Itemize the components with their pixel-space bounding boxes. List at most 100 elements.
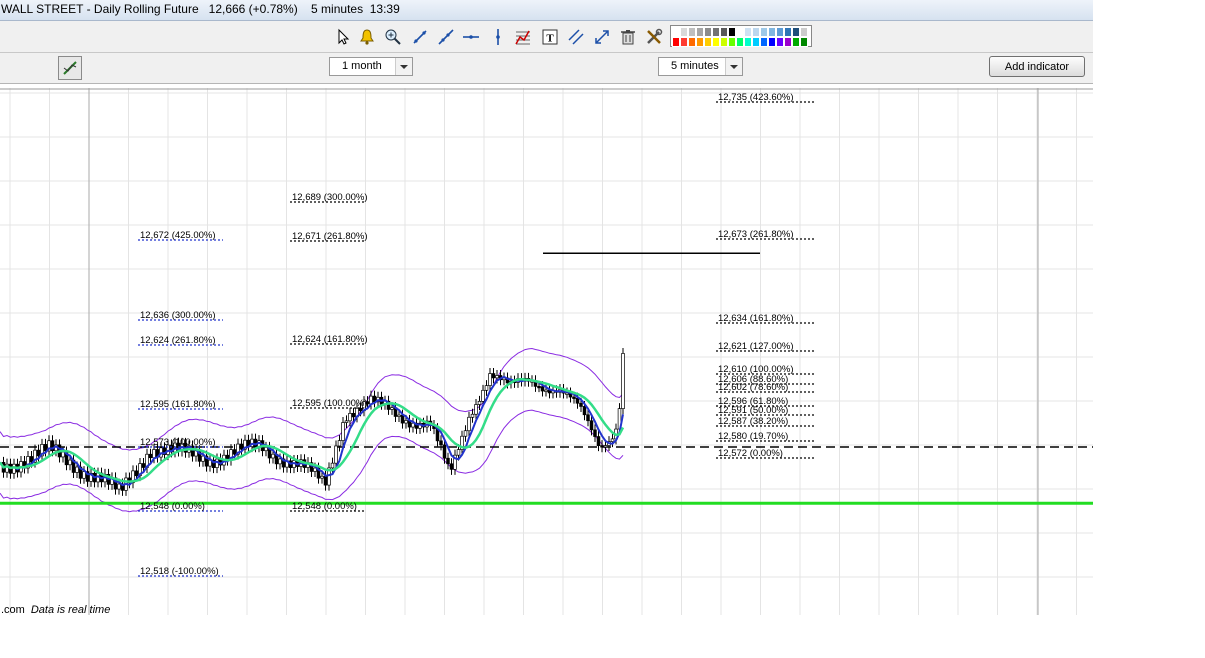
candle-body xyxy=(446,457,450,465)
color-swatch[interactable] xyxy=(688,27,696,37)
candle-body xyxy=(390,407,394,410)
ray-line-icon[interactable] xyxy=(436,27,456,47)
candle-body xyxy=(603,445,608,448)
candle-body xyxy=(323,475,328,486)
color-swatch[interactable] xyxy=(784,27,792,37)
horizontal-levels xyxy=(0,252,1093,505)
text-icon[interactable]: T xyxy=(540,27,560,47)
fibonacci-icon[interactable] xyxy=(513,27,533,47)
candle-body xyxy=(351,412,356,418)
svg-text:T: T xyxy=(546,33,554,45)
horizontal-line-icon[interactable] xyxy=(461,27,481,47)
color-swatch[interactable] xyxy=(712,27,720,37)
candle-body xyxy=(36,449,41,457)
candle-body xyxy=(481,389,485,402)
candle-body xyxy=(484,385,489,391)
color-swatch[interactable] xyxy=(720,37,728,47)
color-swatch[interactable] xyxy=(800,27,808,37)
settings-tools-icon[interactable] xyxy=(644,27,664,47)
footer-status: .com Data is real time xyxy=(1,604,110,616)
vertical-line-icon[interactable] xyxy=(488,27,508,47)
chart-grid xyxy=(0,88,1093,615)
fib-level-label: 12,624 (261.80%) xyxy=(140,335,216,346)
candle-body xyxy=(586,414,590,422)
bollinger-bands xyxy=(0,347,624,513)
pointer-icon[interactable] xyxy=(333,27,353,47)
candle-body xyxy=(400,414,405,424)
fib-level-label: 12,518 (-100.00%) xyxy=(140,566,219,577)
candle-body xyxy=(537,386,541,389)
fib-level-label: 12,672 (425.00%) xyxy=(140,230,216,241)
color-swatch[interactable] xyxy=(728,37,736,47)
color-swatch[interactable] xyxy=(720,27,728,37)
parallel-lines-icon[interactable] xyxy=(566,27,586,47)
interval-select[interactable]: 5 minutes xyxy=(658,57,743,76)
price-chart[interactable]: 12,672 (425.00%) 12,636 (300.00%) 12,624 (… xyxy=(0,88,1093,616)
color-swatch[interactable] xyxy=(688,37,696,47)
color-swatch[interactable] xyxy=(776,37,784,47)
candle-body xyxy=(134,470,139,477)
color-swatch[interactable] xyxy=(768,27,776,37)
color-swatch[interactable] xyxy=(672,37,680,47)
color-swatch[interactable] xyxy=(736,37,744,47)
color-swatch[interactable] xyxy=(792,37,800,47)
fib-level-label: 12,634 (161.80%) xyxy=(718,313,794,324)
candle-body xyxy=(596,436,601,446)
fib-level-label: 12,689 (300.00%) xyxy=(292,192,368,203)
period-select[interactable]: 1 month xyxy=(329,57,413,76)
candle-body xyxy=(232,449,237,455)
trash-icon[interactable] xyxy=(618,27,638,47)
color-swatch[interactable] xyxy=(696,37,704,47)
fib-level-label: 12,673 (261.80%) xyxy=(718,229,794,240)
color-swatch[interactable] xyxy=(760,27,768,37)
candle-body xyxy=(467,416,471,432)
candle-body xyxy=(589,420,594,431)
candle-body xyxy=(593,429,597,437)
color-swatch[interactable] xyxy=(704,37,712,47)
chevron-down-icon[interactable] xyxy=(395,58,412,75)
color-swatch[interactable] xyxy=(696,27,704,37)
candle-body xyxy=(148,453,153,459)
color-swatch[interactable] xyxy=(744,27,752,37)
color-swatch[interactable] xyxy=(752,27,760,37)
add-indicator-button[interactable]: Add indicator xyxy=(989,56,1085,77)
color-swatch[interactable] xyxy=(800,37,808,47)
color-swatch[interactable] xyxy=(744,37,752,47)
candle-body xyxy=(201,455,205,462)
color-swatch[interactable] xyxy=(752,37,760,47)
candle-body xyxy=(456,449,461,456)
fib-level-label: 12,595 (161.80%) xyxy=(140,399,216,410)
candle-body xyxy=(61,451,65,458)
color-swatch[interactable] xyxy=(672,27,680,37)
candle-body xyxy=(411,422,415,428)
zoom-icon[interactable] xyxy=(383,27,403,47)
color-swatch[interactable] xyxy=(784,37,792,47)
candle-body xyxy=(313,467,317,472)
candle-body xyxy=(488,373,492,386)
color-swatch[interactable] xyxy=(680,37,688,47)
candle-body xyxy=(344,420,349,423)
alert-bell-icon[interactable] xyxy=(357,27,377,47)
candle-body xyxy=(369,395,373,405)
chevron-down-icon[interactable] xyxy=(725,58,742,75)
fib-level-label: 12,636 (300.00%) xyxy=(140,310,216,321)
color-swatch[interactable] xyxy=(704,27,712,37)
candle-body xyxy=(141,463,146,468)
color-swatch[interactable] xyxy=(760,37,768,47)
expand-icon[interactable] xyxy=(592,27,612,47)
fib-level-label: 12,591 (50.00%) xyxy=(718,405,788,416)
trend-line-icon[interactable] xyxy=(410,27,430,47)
color-swatch[interactable] xyxy=(768,37,776,47)
color-swatch[interactable] xyxy=(712,37,720,47)
color-swatch[interactable] xyxy=(680,27,688,37)
draw-pencil-icon[interactable] xyxy=(58,56,82,80)
fib-level-label: 12,587 (38.20%) xyxy=(718,416,788,427)
period-value: 1 month xyxy=(342,60,382,72)
candle-body xyxy=(572,396,576,399)
color-swatch[interactable] xyxy=(776,27,784,37)
color-swatch[interactable] xyxy=(792,27,800,37)
title-bar: WALL STREET - Daily Rolling Future 12,66… xyxy=(0,0,1093,21)
color-swatch[interactable] xyxy=(736,27,744,37)
candle-body xyxy=(348,412,352,422)
color-swatch[interactable] xyxy=(728,27,736,37)
